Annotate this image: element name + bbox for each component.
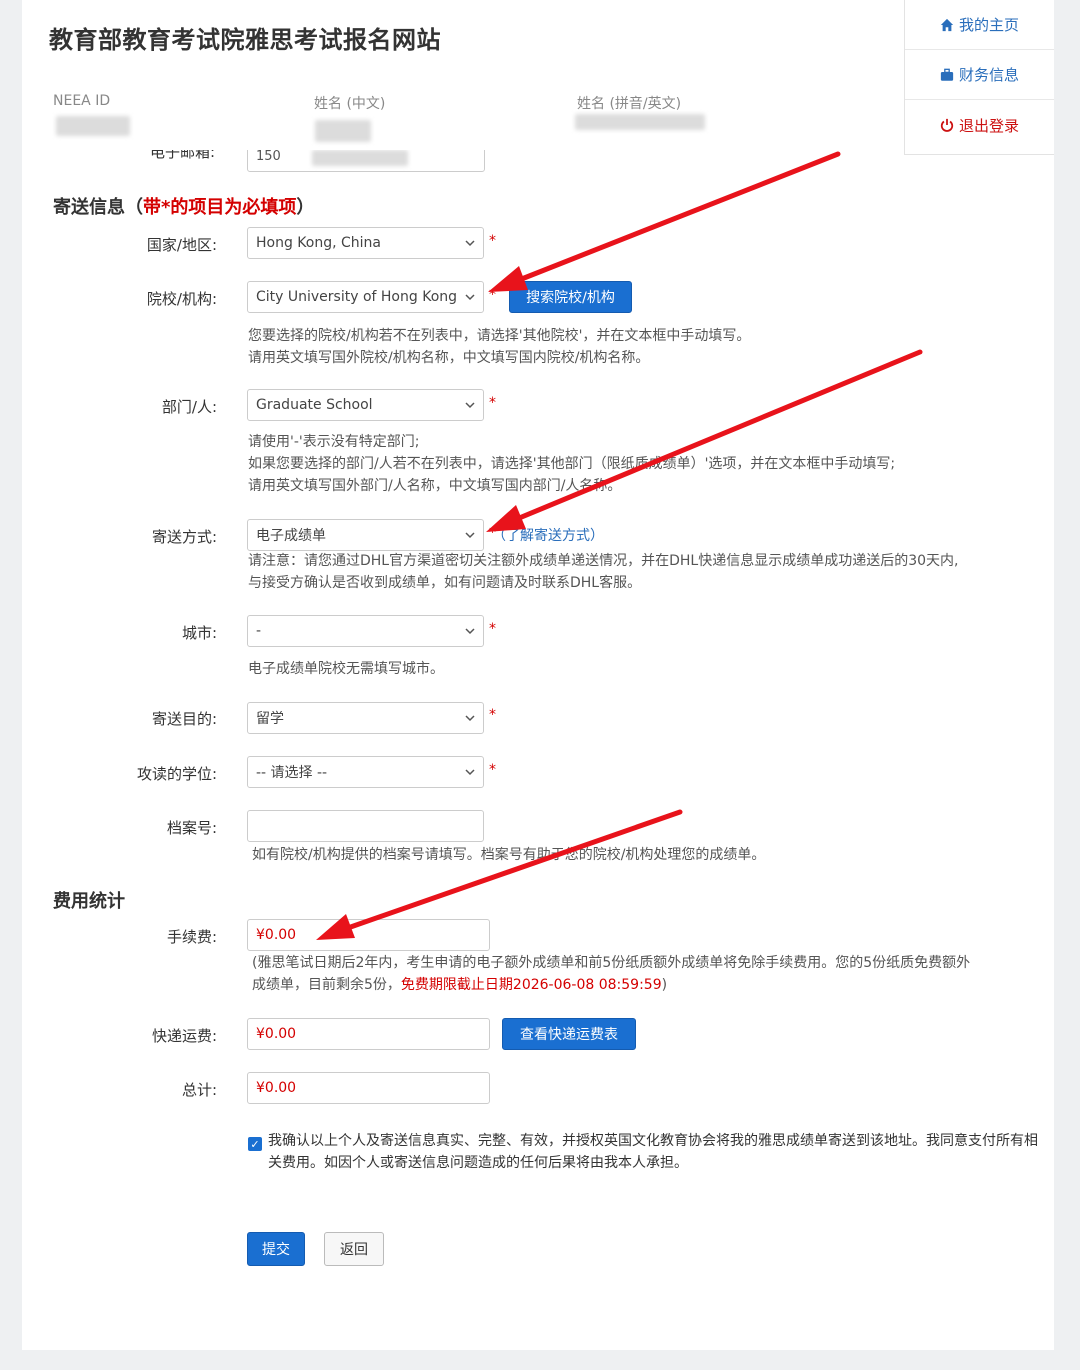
nav-finance[interactable]: 财务信息 <box>905 50 1054 100</box>
email-label: 电子邮箱: <box>150 150 216 161</box>
nav-logout-label: 退出登录 <box>958 116 1019 135</box>
required-star: * <box>489 707 496 723</box>
email-value: 150 <box>256 150 281 164</box>
city-help: 电子成绩单院校无需填写城市。 <box>248 661 444 677</box>
power-icon <box>940 118 954 132</box>
total-input: ¥0.00 <box>247 1072 490 1104</box>
page-container: 教育部教育考试院雅思考试报名网站 我的主页 财务信息 退出登录 NEEA ID … <box>22 0 1054 1350</box>
nav-home-label: 我的主页 <box>958 16 1019 34</box>
country-select[interactable]: Hong Kong, China <box>247 227 484 259</box>
briefcase-icon <box>940 68 954 81</box>
nav-finance-label: 财务信息 <box>958 66 1019 84</box>
chevron-down-icon <box>465 294 475 301</box>
name-en-label: 姓名 (拼音/英文) <box>577 96 682 112</box>
chevron-down-icon <box>465 532 475 539</box>
city-label: 城市: <box>181 624 217 642</box>
required-star: * <box>489 395 496 411</box>
institution-select[interactable]: City University of Hong Kong <box>247 281 484 313</box>
neea-id-label: NEEA ID <box>53 93 111 109</box>
chevron-down-icon <box>465 402 475 409</box>
search-institution-button[interactable]: 搜索院校/机构 <box>509 281 632 313</box>
neea-id-value-blurred <box>56 116 130 136</box>
email-row-partial: 电子邮箱: 150 <box>22 150 902 172</box>
submit-button[interactable]: 提交 <box>247 1232 305 1266</box>
required-star: * <box>489 621 496 637</box>
shipping-fee-input: ¥0.00 <box>247 1018 490 1050</box>
confirm-checkbox[interactable]: ✓ <box>248 1137 262 1151</box>
home-icon <box>940 18 954 31</box>
file-number-label: 档案号: <box>166 819 217 837</box>
site-title: 教育部教育考试院雅思考试报名网站 <box>49 26 441 54</box>
degree-label: 攻读的学位: <box>136 765 217 783</box>
country-label: 国家/地区: <box>146 236 217 254</box>
method-help: 请注意：请您通过DHL官方渠道密切关注额外成绩单递送情况，并在DHL快递信息显示… <box>248 553 959 591</box>
chevron-down-icon <box>465 769 475 776</box>
method-select[interactable]: 电子成绩单 <box>247 519 484 551</box>
handling-fee-help: (雅思笔试日期后2年内，考生申请的电子额外成绩单和前5份纸质额外成绩单将免除手续… <box>252 955 971 993</box>
learn-method-link[interactable]: （了解寄送方式） <box>492 525 604 545</box>
method-label: 寄送方式: <box>151 528 217 546</box>
purpose-select[interactable]: 留学 <box>247 702 484 734</box>
view-shipping-fees-button[interactable]: 查看快递运费表 <box>502 1018 636 1050</box>
department-label: 部门/人: <box>161 398 217 416</box>
chevron-down-icon <box>465 628 475 635</box>
handling-fee-input: ¥0.00 <box>247 919 490 951</box>
name-cn-label: 姓名 (中文) <box>314 96 386 112</box>
side-nav: 我的主页 财务信息 退出登录 <box>904 0 1054 155</box>
free-deadline: 免费期限截止日期2026-06-08 08:59:59 <box>400 977 662 993</box>
department-select[interactable]: Graduate School <box>247 389 484 421</box>
institution-help: 您要选择的院校/机构若不在列表中，请选择'其他院校'，并在文本框中手动填写。 请… <box>248 328 751 366</box>
name-cn-value-blurred <box>315 120 371 142</box>
purpose-label: 寄送目的: <box>151 710 217 728</box>
file-number-help: 如有院校/机构提供的档案号请填写。档案号有助于您的院校/机构处理您的成绩单。 <box>252 847 766 863</box>
institution-label: 院校/机构: <box>146 290 217 308</box>
required-star: * <box>489 287 496 303</box>
email-blurred <box>312 150 408 166</box>
check-icon: ✓ <box>250 1137 260 1151</box>
shipping-fee-label: 快递运费: <box>151 1027 217 1045</box>
nav-home[interactable]: 我的主页 <box>905 0 1054 50</box>
required-note: 带*的项目为必填项 <box>143 197 297 218</box>
required-star: * <box>489 762 496 778</box>
fees-section-title: 费用统计 <box>53 891 125 912</box>
handling-fee-label: 手续费: <box>166 928 217 946</box>
nav-logout[interactable]: 退出登录 <box>905 100 1054 150</box>
total-label: 总计: <box>181 1081 217 1099</box>
mailing-section-title: 寄送信息（带*的项目为必填项） <box>53 197 315 218</box>
confirm-text: 我确认以上个人及寄送信息真实、完整、有效，并授权英国文化教育协会将我的雅思成绩单… <box>268 1133 1038 1171</box>
degree-select[interactable]: -- 请选择 -- <box>247 756 484 788</box>
department-help: 请使用'-'表示没有特定部门; 如果您要选择的部门/人若不在列表中，请选择'其他… <box>248 434 896 494</box>
city-select[interactable]: - <box>247 615 484 647</box>
chevron-down-icon <box>465 715 475 722</box>
required-star: * <box>489 233 496 249</box>
back-button[interactable]: 返回 <box>324 1232 384 1266</box>
chevron-down-icon <box>465 240 475 247</box>
file-number-input[interactable] <box>247 810 484 842</box>
name-en-value-blurred <box>575 114 705 130</box>
